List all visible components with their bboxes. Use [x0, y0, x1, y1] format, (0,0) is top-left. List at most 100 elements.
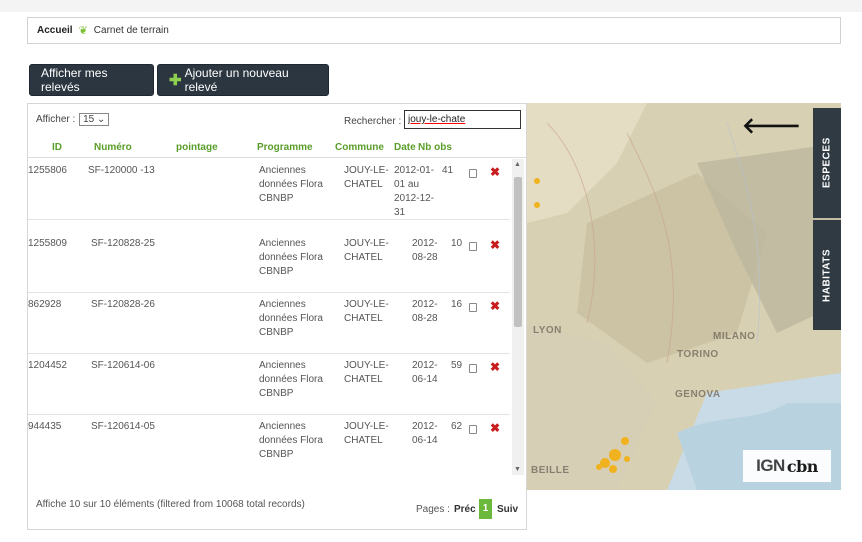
- checkbox-icon[interactable]: [469, 425, 477, 434]
- add-record-label: Ajouter un nouveau relevé: [184, 66, 289, 94]
- map-place-label: TORINO: [677, 349, 719, 360]
- cell-commune-line: CHATEL: [344, 435, 383, 446]
- map-view[interactable]: LYON TORINO MILANO GENOVA BEILLE 🡐 IGN c…: [527, 103, 841, 490]
- breadcrumb: Accueil ❦ Carnet de terrain: [27, 17, 841, 44]
- cell-programme-line: données Flora: [259, 374, 323, 385]
- cell-commune: JOUY-LE- CHATEL: [344, 237, 389, 265]
- checkbox-icon[interactable]: [469, 303, 477, 312]
- table-header: ID Numéro pointage Programme Commune Dat…: [28, 138, 526, 158]
- checkbox-icon[interactable]: [469, 169, 477, 178]
- delete-cross-icon[interactable]: ✖: [490, 360, 500, 374]
- tab-especes[interactable]: ESPECES: [813, 108, 841, 218]
- checkbox-icon[interactable]: [469, 364, 477, 373]
- cell-programme-line: CBNBP: [259, 388, 294, 399]
- ign-cbn-logo: IGN cbn: [743, 450, 831, 482]
- plus-icon: ✚: [169, 72, 182, 89]
- cell-id: 1204452: [28, 360, 67, 371]
- map-place-label: MILANO: [713, 331, 756, 342]
- table-row[interactable]: 1204452 SF-120614-06 Anciennes données F…: [28, 354, 510, 415]
- cell-commune-line: JOUY-LE-: [344, 299, 389, 310]
- cell-id: 862928: [28, 299, 62, 310]
- ign-logo-text: IGN: [756, 456, 785, 475]
- cell-commune-line: CHATEL: [344, 313, 383, 324]
- cell-programme-line: Anciennes: [259, 238, 306, 249]
- cell-programme-line: CBNBP: [259, 327, 294, 338]
- delete-cross-icon[interactable]: ✖: [490, 421, 500, 435]
- cell-date-line: 2012-: [412, 299, 438, 310]
- col-pointage[interactable]: pointage: [176, 142, 218, 153]
- search-input[interactable]: [404, 110, 521, 129]
- cell-commune-line: CHATEL: [344, 374, 383, 385]
- cell-programme: Anciennes données Flora CBNBP: [259, 420, 323, 462]
- cell-date-line: 01 au: [394, 179, 420, 190]
- delete-cross-icon[interactable]: ✖: [490, 165, 500, 179]
- page-size-label: Afficher :: [36, 114, 76, 125]
- cell-id: 944435: [28, 421, 62, 432]
- cell-nb-obs: 59: [451, 360, 463, 371]
- search-label: Rechercher :: [344, 116, 402, 127]
- cell-numero: SF-120614-05: [91, 421, 155, 432]
- next-page-button[interactable]: Suiv: [497, 504, 518, 515]
- my-records-label: Afficher mes relevés: [41, 66, 108, 94]
- leaf-icon: ❦: [78, 25, 88, 37]
- table-row[interactable]: 1255809 SF-120828-25 Anciennes données F…: [28, 232, 510, 293]
- breadcrumb-home[interactable]: Accueil: [37, 25, 73, 36]
- col-date[interactable]: Date: [394, 142, 416, 153]
- table-scrollbar[interactable]: ▲ ▼: [512, 159, 524, 475]
- cell-date: 2012- 08-28: [412, 237, 438, 265]
- table-row[interactable]: 944435 SF-120614-05 Anciennes données Fl…: [28, 415, 510, 475]
- cbn-logo-text: cbn: [786, 456, 819, 476]
- cell-nb-obs: 41: [442, 165, 454, 176]
- cell-programme-line: Anciennes: [259, 360, 306, 371]
- scroll-down-icon[interactable]: ▼: [514, 466, 521, 473]
- cell-nb-obs: 62: [451, 421, 463, 432]
- cell-date-line: 2012-: [412, 238, 438, 249]
- scroll-up-icon[interactable]: ▲: [514, 161, 521, 168]
- cell-programme-line: données Flora: [259, 435, 323, 446]
- records-info: Affiche 10 sur 10 éléments (filtered fro…: [36, 499, 305, 510]
- cell-programme-line: Anciennes: [259, 299, 306, 310]
- col-nb-obs[interactable]: Nb obs: [418, 142, 452, 153]
- cell-date: 2012- 08-28: [412, 298, 438, 326]
- tab-habitats-label: HABITATS: [821, 248, 833, 302]
- cell-date: 2012- 06-14: [412, 359, 438, 387]
- scrollbar-thumb[interactable]: [514, 177, 522, 327]
- tab-habitats[interactable]: HABITATS: [813, 220, 841, 330]
- page-size-control: Afficher : 15 ⌄: [36, 113, 110, 126]
- add-record-button[interactable]: ✚ Ajouter un nouveau relevé: [157, 64, 329, 96]
- page-size-select[interactable]: 15 ⌄: [79, 113, 110, 126]
- delete-cross-icon[interactable]: ✖: [490, 299, 500, 313]
- checkbox-icon[interactable]: [469, 242, 477, 251]
- records-table-panel: Afficher : 15 ⌄ Rechercher : ID Numéro p…: [27, 103, 527, 530]
- map-terrain: [527, 103, 841, 490]
- cell-programme-line: Anciennes: [259, 165, 306, 176]
- cell-date: 2012- 06-14: [412, 420, 438, 448]
- my-records-button[interactable]: Afficher mes relevés: [29, 64, 154, 96]
- prev-page-button[interactable]: Préc: [454, 504, 476, 515]
- col-numero[interactable]: Numéro: [94, 142, 132, 153]
- cell-programme-line: données Flora: [259, 179, 323, 190]
- pages-label: Pages :: [416, 504, 450, 515]
- col-id[interactable]: ID: [52, 142, 62, 153]
- delete-cross-icon[interactable]: ✖: [490, 238, 500, 252]
- table-row[interactable]: 1255806 SF-120000 -13 Anciennes données …: [28, 159, 510, 220]
- cell-programme-line: données Flora: [259, 252, 323, 263]
- cell-programme-line: CBNBP: [259, 193, 294, 204]
- page-size-value: 15: [83, 114, 95, 125]
- cell-programme: Anciennes données Flora CBNBP: [259, 237, 323, 279]
- col-programme[interactable]: Programme: [257, 142, 313, 153]
- cell-numero: SF-120828-25: [91, 238, 155, 249]
- table-controls: Afficher : 15 ⌄ Rechercher :: [28, 104, 526, 138]
- table-row[interactable]: 862928 SF-120828-26 Anciennes données Fl…: [28, 293, 510, 354]
- arrow-left-icon[interactable]: 🡐: [742, 113, 801, 139]
- cell-commune-line: JOUY-LE-: [344, 238, 389, 249]
- cell-commune-line: JOUY-LE-: [344, 360, 389, 371]
- breadcrumb-current: Carnet de terrain: [93, 25, 169, 36]
- cell-date-line: 2012-01-: [394, 165, 435, 176]
- col-commune[interactable]: Commune: [335, 142, 384, 153]
- cell-commune: JOUY-LE- CHATEL: [344, 164, 389, 192]
- cell-programme: Anciennes données Flora CBNBP: [259, 298, 323, 340]
- cell-date-line: 08-28: [412, 313, 438, 324]
- cell-date-line: 2012-12-: [394, 193, 435, 204]
- current-page-button[interactable]: 1: [479, 499, 492, 519]
